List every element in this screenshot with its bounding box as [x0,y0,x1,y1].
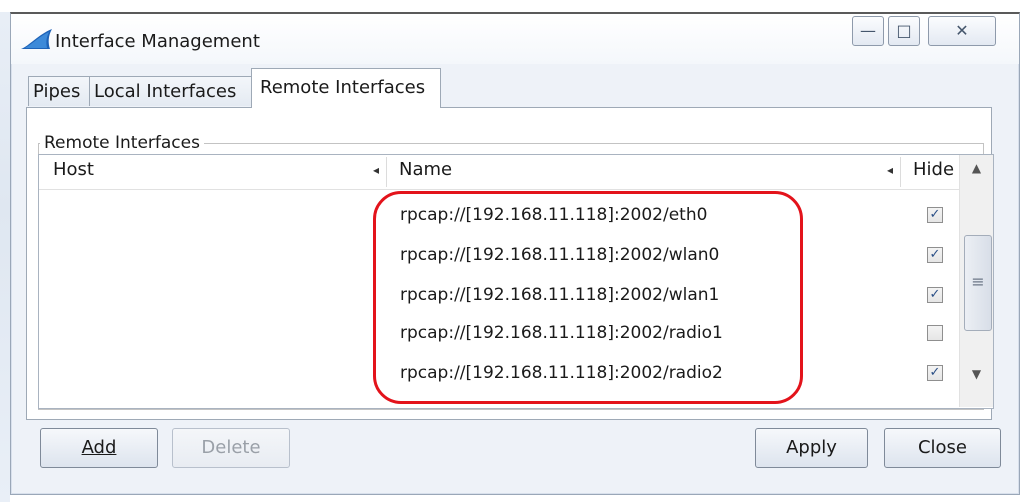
hide-checkbox[interactable] [927,325,943,341]
window-title: Interface Management [55,31,260,52]
tab-remote-interfaces[interactable]: Remote Interfaces [251,68,441,108]
column-header-host[interactable]: Host [53,159,94,180]
scroll-down-icon[interactable]: ▼ [960,367,993,387]
hide-checkbox[interactable]: ✓ [927,287,943,303]
wireshark-fin-icon [19,28,53,50]
hide-checkbox[interactable]: ✓ [927,247,943,263]
hide-checkbox[interactable]: ✓ [927,365,943,381]
background-top-strip [0,0,1025,12]
add-button[interactable]: Add [40,428,158,468]
apply-button[interactable]: Apply [755,428,868,468]
delete-button[interactable]: Delete [172,428,290,468]
scroll-up-icon[interactable]: ▲ [960,161,993,181]
column-header-name[interactable]: Name [399,159,452,180]
scrollbar-thumb[interactable]: ≡ [964,235,992,331]
maximize-icon: □ [896,21,912,40]
resize-arrow-icon: ◂ [373,163,380,177]
close-button[interactable]: Close [884,428,1001,468]
window-controls: — □ ✕ [844,16,1014,50]
minimize-icon: — [860,21,876,40]
red-highlight-annotation [373,191,803,404]
grip-icon: ≡ [971,272,985,291]
minimize-button[interactable]: — [852,16,884,46]
tab-pipes[interactable]: Pipes [28,76,90,106]
group-label: Remote Interfaces [40,133,204,153]
maximize-button[interactable]: □ [888,16,920,46]
hide-checkbox[interactable]: ✓ [927,207,943,223]
column-divider[interactable] [900,157,901,187]
vertical-scrollbar[interactable]: ▲ ≡ ▼ [959,155,993,407]
background-left-edge [0,12,10,502]
tab-local-interfaces[interactable]: Local Interfaces [89,76,253,106]
column-divider[interactable] [386,157,387,187]
column-header-hide[interactable]: Hide [913,159,954,180]
close-window-button[interactable]: ✕ [928,16,996,46]
close-icon: ✕ [955,21,969,40]
title-bar: Interface Management — □ ✕ [11,14,1019,64]
resize-arrow-icon: ◂ [887,163,894,177]
table-header: Host ◂ Name ◂ Hide [39,155,993,190]
